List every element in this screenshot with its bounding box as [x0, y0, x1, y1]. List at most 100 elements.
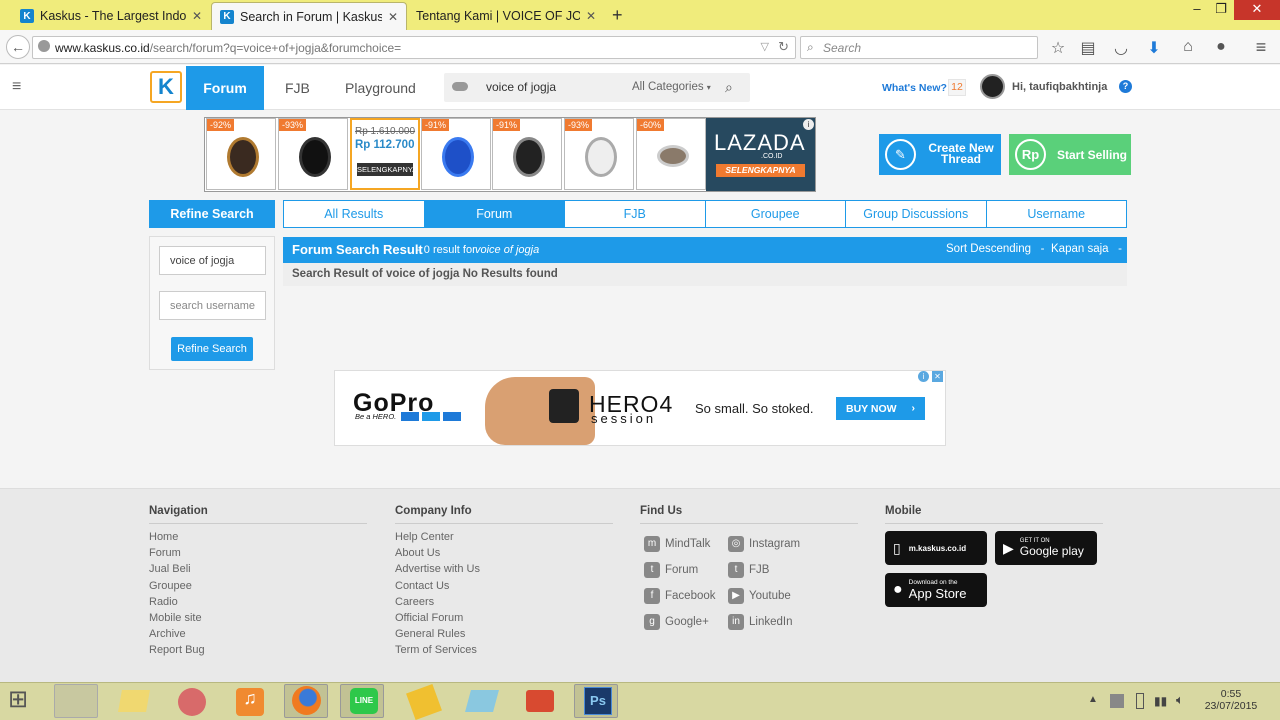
notification-count[interactable]: 12 [948, 79, 966, 96]
action-center-icon[interactable] [1110, 694, 1124, 708]
footer-link-report-bug[interactable]: Report Bug [149, 644, 367, 660]
time-select[interactable]: Kapan saja - [1051, 243, 1122, 255]
footer-link-forum[interactable]: Forum [149, 547, 367, 563]
footer-link-advertise[interactable]: Advertise with Us [395, 563, 613, 579]
footer-link-archive[interactable]: Archive [149, 628, 367, 644]
tab-close-icon[interactable]: ✕ [586, 9, 596, 23]
music-player-icon[interactable]: ♫ [236, 688, 264, 716]
pocket-icon[interactable]: ◡ [1110, 38, 1132, 58]
create-new-thread-button[interactable]: ✎ Create New Thread [879, 134, 1001, 175]
hamburger-icon[interactable]: ≡ [12, 78, 21, 96]
tab-username[interactable]: Username [987, 201, 1127, 227]
reload-icon[interactable]: ↻ [778, 39, 789, 55]
nav-tab-forum[interactable]: Forum [186, 66, 264, 110]
footer-link-groupee[interactable]: Groupee [149, 580, 367, 596]
username-input[interactable]: search username [159, 291, 266, 320]
buy-now-button[interactable]: BUY NOW › [836, 397, 925, 420]
avatar[interactable] [980, 74, 1005, 99]
paint-icon[interactable] [178, 688, 206, 716]
ad-product-3[interactable]: Rp 1.610.000 Rp 112.700 SELENGKAPNYA [350, 118, 420, 190]
footer-link-googleplus[interactable]: g Google+ [644, 609, 728, 635]
footer-link-twitter-fjb[interactable]: t FJB [728, 557, 800, 583]
menu-icon[interactable]: ≡ [1250, 37, 1272, 58]
tab-all-results[interactable]: All Results [284, 201, 425, 227]
tab-groupee[interactable]: Groupee [706, 201, 846, 227]
tab-close-icon[interactable]: ✕ [388, 10, 398, 24]
url-bar[interactable]: www.kaskus.co.id/search/forum?q=voice+of… [32, 36, 796, 59]
footer-link-official-forum[interactable]: Official Forum [395, 612, 613, 628]
bookmarks-list-icon[interactable]: ▤ [1077, 38, 1099, 58]
nav-tab-playground[interactable]: Playground [345, 66, 416, 110]
user-greeting[interactable]: Hi, taufiqbakhtinja [1012, 81, 1107, 93]
nav-tab-fjb[interactable]: FJB [285, 66, 310, 110]
footer-link-youtube[interactable]: ▶ Youtube [728, 583, 800, 609]
ad-product-1[interactable]: -92% [206, 118, 276, 190]
footer-link-instagram[interactable]: ◎ Instagram [728, 531, 800, 557]
notepad-icon[interactable] [465, 690, 499, 712]
home-icon[interactable]: ⌂ [1177, 38, 1199, 56]
keyword-input[interactable]: voice of jogja [159, 246, 266, 275]
lazada-logo[interactable]: LAZADA .CO.ID SELENGKAPNYA i [706, 118, 815, 191]
battery-icon[interactable] [1136, 693, 1144, 709]
sort-select[interactable]: Sort Descending - [946, 243, 1044, 255]
footer-link-careers[interactable]: Careers [395, 596, 613, 612]
kaskus-logo[interactable]: K [150, 71, 182, 103]
footer-link-contact[interactable]: Contact Us [395, 580, 613, 596]
footer-link-linkedin[interactable]: in LinkedIn [728, 609, 800, 635]
tab-close-icon[interactable]: ✕ [192, 9, 202, 23]
browser-tab-voj[interactable]: Tentang Kami | VOICE OF JOGJA ✕ [408, 2, 604, 30]
clock[interactable]: 0:55 23/07/2015 [1200, 688, 1262, 712]
maximize-icon[interactable]: ❐ [1206, 0, 1236, 20]
help-icon[interactable]: ? [1119, 80, 1132, 93]
footer-link-terms[interactable]: Term of Services [395, 644, 613, 660]
dropdown-icon[interactable]: ▽ [761, 40, 769, 53]
new-tab-icon[interactable]: + [612, 5, 623, 26]
footer-link-jual-beli[interactable]: Jual Beli [149, 563, 367, 579]
footer-link-rules[interactable]: General Rules [395, 628, 613, 644]
gopro-ad[interactable]: GoPro Be a HERO. HERO4 session So small.… [334, 370, 946, 446]
window-close-icon[interactable]: ✕ [1234, 0, 1280, 20]
volume-icon[interactable]: 🔈︎ [1176, 692, 1184, 708]
bookmark-star-icon[interactable]: ☆ [1047, 38, 1069, 58]
windows-start-icon[interactable]: ⊞ [8, 688, 28, 712]
whats-new-link[interactable]: What's New? [882, 82, 947, 94]
footer-link-about[interactable]: About Us [395, 547, 613, 563]
footer-link-mobile[interactable]: Mobile site [149, 612, 367, 628]
tab-forum[interactable]: Forum [424, 201, 565, 227]
ad-product-2[interactable]: -93% [278, 118, 348, 190]
tray-expand-icon[interactable]: ▲ [1088, 694, 1098, 705]
browser-tab-kaskus[interactable]: K Kaskus - The Largest Indon... ✕ [12, 2, 210, 30]
footer-link-twitter-forum[interactable]: t Forum [644, 557, 728, 583]
browser-search-input[interactable]: ⌕ Search [800, 36, 1038, 59]
footer-link-help[interactable]: Help Center [395, 531, 613, 547]
browser-tab-search[interactable]: K Search in Forum | Kaskus - ... ✕ [211, 2, 407, 30]
ad-info-icon[interactable]: i [918, 371, 929, 382]
refine-search-button[interactable]: Refine Search [171, 337, 253, 361]
app-store-button[interactable]: ● Download on the App Store [885, 573, 987, 607]
footer-link-mindtalk[interactable]: m MindTalk [644, 531, 728, 557]
file-explorer-icon[interactable] [54, 684, 98, 718]
download-icon[interactable]: ⬇ [1143, 38, 1165, 58]
back-icon[interactable]: ← [6, 35, 30, 59]
google-play-button[interactable]: ▶ GET IT ON Google play [995, 531, 1097, 565]
footer-link-radio[interactable]: Radio [149, 596, 367, 612]
ad-product-7[interactable]: -60% [636, 118, 706, 190]
network-icon[interactable]: ▮▮ [1154, 694, 1167, 708]
category-select[interactable]: All Categories ▾ [632, 81, 711, 93]
ad-close-icon[interactable]: ✕ [932, 371, 943, 382]
footer-link-facebook[interactable]: f Facebook [644, 583, 728, 609]
ad-product-5[interactable]: -91% [492, 118, 562, 190]
start-selling-button[interactable]: Rp Start Selling [1009, 134, 1131, 175]
ad-info-icon[interactable]: i [803, 119, 814, 130]
search-icon[interactable]: ⌕ [725, 79, 733, 96]
tab-fjb[interactable]: FJB [565, 201, 706, 227]
ad-product-6[interactable]: -93% [564, 118, 634, 190]
chat-icon[interactable]: ● [1210, 38, 1232, 56]
footer-link-home[interactable]: Home [149, 531, 367, 547]
mobile-site-button[interactable]: ▯ m.kaskus.co.id [885, 531, 987, 565]
sticky-notes-icon[interactable] [118, 690, 150, 712]
kaskus-search-input[interactable]: voice of jogja [486, 80, 556, 94]
tab-group-discussions[interactable]: Group Discussions [846, 201, 987, 227]
ad-product-4[interactable]: -91% [421, 118, 491, 190]
reader-icon[interactable] [526, 690, 554, 712]
